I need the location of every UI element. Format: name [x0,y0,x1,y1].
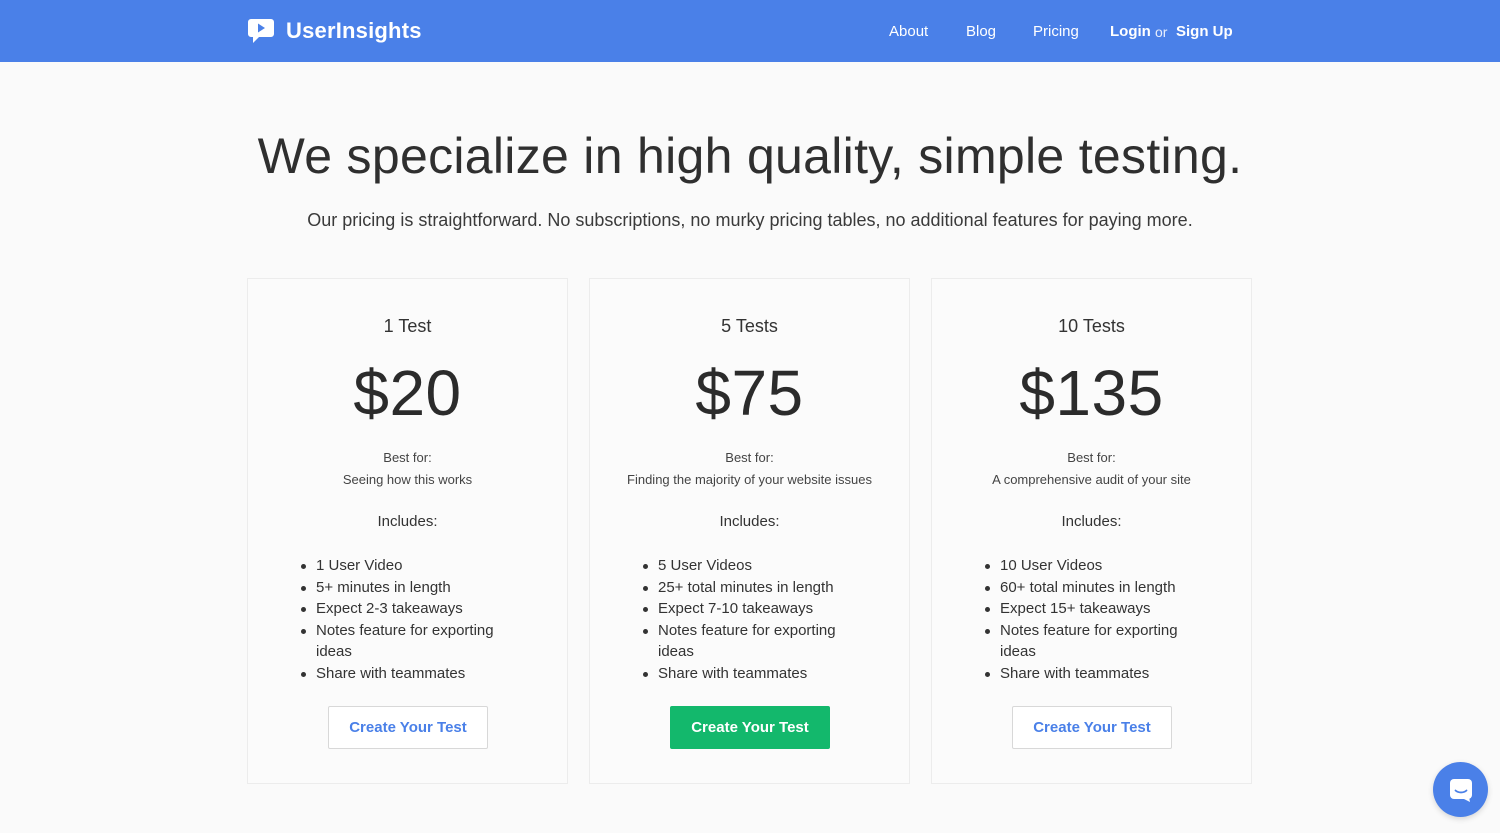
feature-list: 5 User Videos 25+ total minutes in lengt… [643,555,858,685]
feature-item: Share with teammates [643,663,858,685]
feature-list: 10 User Videos 60+ total minutes in leng… [985,555,1200,685]
includes-label: Includes: [1061,513,1122,530]
feature-item: 10 User Videos [985,555,1200,577]
includes-label: Includes: [377,513,438,530]
nav-blog-link[interactable]: Blog [966,23,996,41]
chat-bubble-icon [1449,778,1472,802]
nav-about-link[interactable]: About [889,23,928,41]
feature-item: 1 User Video [301,555,516,577]
feature-item: Share with teammates [301,663,516,685]
best-for-text: Seeing how this works [342,472,473,487]
feature-item: Notes feature for exporting ideas [301,620,516,663]
best-for-text: A comprehensive audit of your site [992,472,1191,487]
brand-logo[interactable]: UserInsights [247,17,422,45]
create-test-button[interactable]: Create Your Test [1012,706,1172,749]
feature-item: Expect 7-10 takeaways [643,598,858,620]
nav-login-link[interactable]: Login [1110,23,1151,41]
plan-price: $75 [695,357,804,429]
includes-label: Includes: [719,513,780,530]
plan-price: $135 [1019,357,1164,429]
feature-list: 1 User Video 5+ minutes in length Expect… [301,555,516,685]
pricing-card-10-tests: 10 Tests $135 Best for: A comprehensive … [931,278,1252,784]
nav-pricing-link[interactable]: Pricing [1033,23,1079,41]
best-for-label: Best for: [383,450,432,465]
best-for-label: Best for: [1067,450,1116,465]
feature-item: 5+ minutes in length [301,577,516,599]
plan-price: $20 [353,357,462,429]
feature-item: Expect 15+ takeaways [985,598,1200,620]
chat-launcher-button[interactable] [1433,762,1488,817]
pricing-card-5-tests: 5 Tests $75 Best for: Finding the majori… [589,278,910,784]
plan-title: 1 Test [383,316,432,336]
create-test-button[interactable]: Create Your Test [328,706,488,749]
feature-item: Expect 2-3 takeaways [301,598,516,620]
create-test-button-primary[interactable]: Create Your Test [670,706,830,749]
speech-bubble-play-icon [248,19,274,43]
brand-name: UserInsights [286,18,422,43]
page-headline: We specialize in high quality, simple te… [257,128,1243,184]
pricing-card-1-test: 1 Test $20 Best for: Seeing how this wor… [247,278,568,784]
feature-item: Notes feature for exporting ideas [985,620,1200,663]
feature-item: Notes feature for exporting ideas [643,620,858,663]
feature-item: 25+ total minutes in length [643,577,858,599]
nav-signup-link[interactable]: Sign Up [1176,23,1233,41]
plan-title: 10 Tests [1058,316,1125,336]
plan-title: 5 Tests [721,316,778,336]
top-navbar: UserInsights About Blog Pricing Login or… [0,0,1500,62]
page-subheadline: Our pricing is straightforward. No subsc… [307,210,1193,230]
nav-or-text: or [1155,24,1168,40]
best-for-label: Best for: [725,450,774,465]
best-for-text: Finding the majority of your website iss… [627,472,872,487]
feature-item: 5 User Videos [643,555,858,577]
feature-item: Share with teammates [985,663,1200,685]
feature-item: 60+ total minutes in length [985,577,1200,599]
